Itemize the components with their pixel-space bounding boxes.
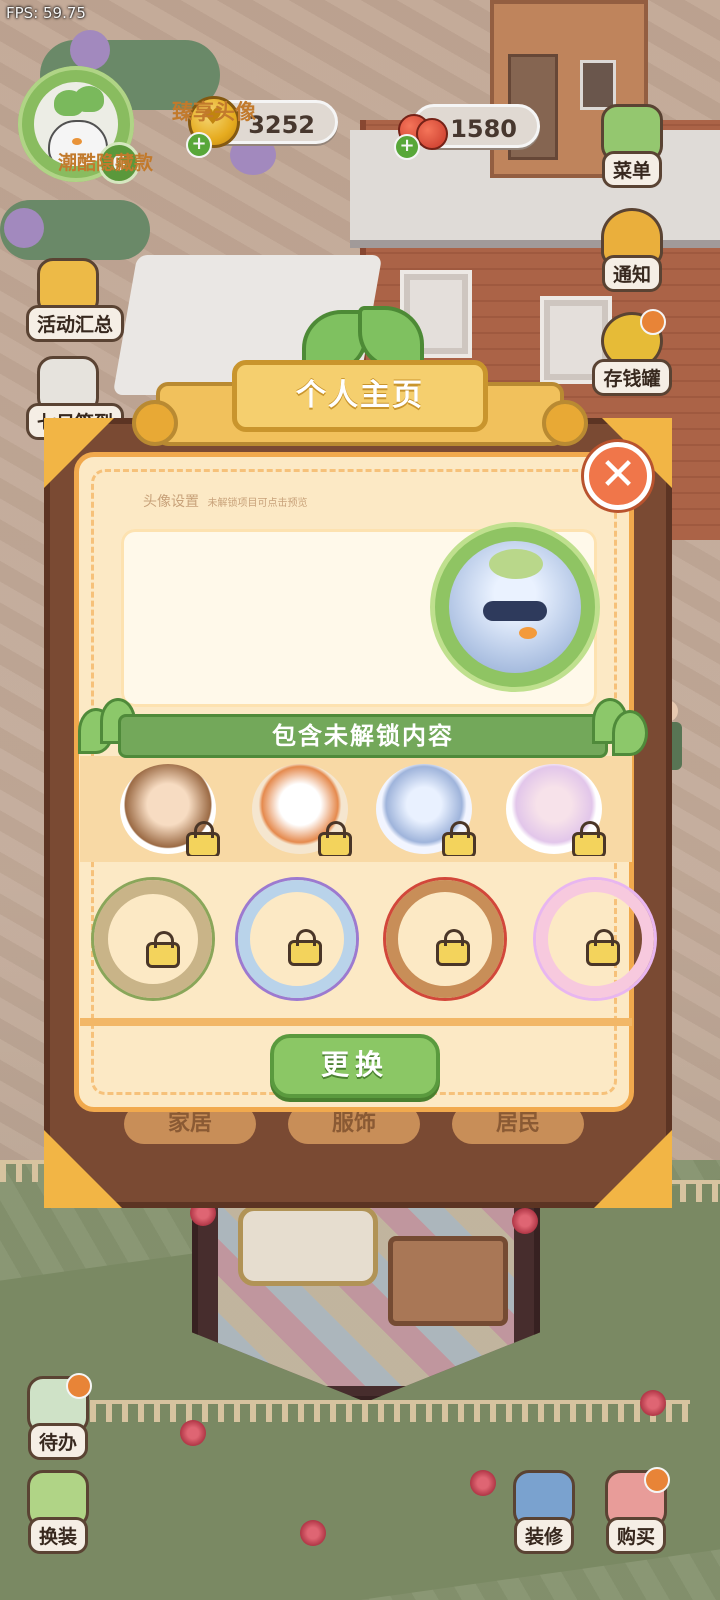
avatar-option-angel[interactable]	[506, 764, 606, 856]
lock-icon	[318, 821, 352, 856]
frame-option-ocean[interactable]	[238, 880, 356, 998]
divider	[80, 1018, 632, 1026]
modal-title: 个人主页	[232, 360, 488, 432]
locked-content-banner: 包含未解锁内容	[78, 698, 648, 762]
section-title: 头像设置 未解锁项目可点击预览	[143, 491, 307, 511]
cool-chick-avatar-icon	[449, 541, 581, 673]
lock-icon	[572, 821, 606, 856]
frame-option-autumn[interactable]	[386, 880, 504, 998]
frame-option-vine[interactable]	[94, 880, 212, 998]
preview-subtitle: 潮酷隐藏款	[58, 152, 154, 174]
close-modal-button[interactable]: ✕	[584, 442, 652, 510]
avatar-option-duck-hat[interactable]	[252, 764, 352, 856]
lock-icon	[436, 929, 470, 966]
leaf-cluster-icon	[586, 698, 648, 768]
lock-icon	[288, 929, 322, 966]
lock-icon	[442, 821, 476, 856]
frame-corner	[44, 1130, 122, 1208]
close-icon: ✕	[599, 449, 637, 500]
avatar-option-girl[interactable]	[120, 764, 220, 856]
section-hint: 未解锁项目可点击预览	[207, 498, 308, 509]
avatar-frame-list	[80, 866, 654, 1016]
selected-avatar-preview	[430, 522, 600, 692]
preview-title: 臻享头像	[172, 100, 256, 124]
section-title-text: 头像设置	[143, 494, 199, 510]
change-avatar-button[interactable]: 更换	[270, 1034, 440, 1098]
lock-icon	[186, 821, 220, 856]
lock-icon	[586, 929, 620, 966]
avatar-list	[86, 760, 632, 856]
lock-icon	[146, 931, 180, 968]
frame-corner	[594, 1130, 672, 1208]
avatar-option-cool-chick[interactable]	[376, 764, 476, 856]
frame-option-ribbon[interactable]	[536, 880, 654, 998]
locked-content-text: 包含未解锁内容	[118, 714, 608, 758]
